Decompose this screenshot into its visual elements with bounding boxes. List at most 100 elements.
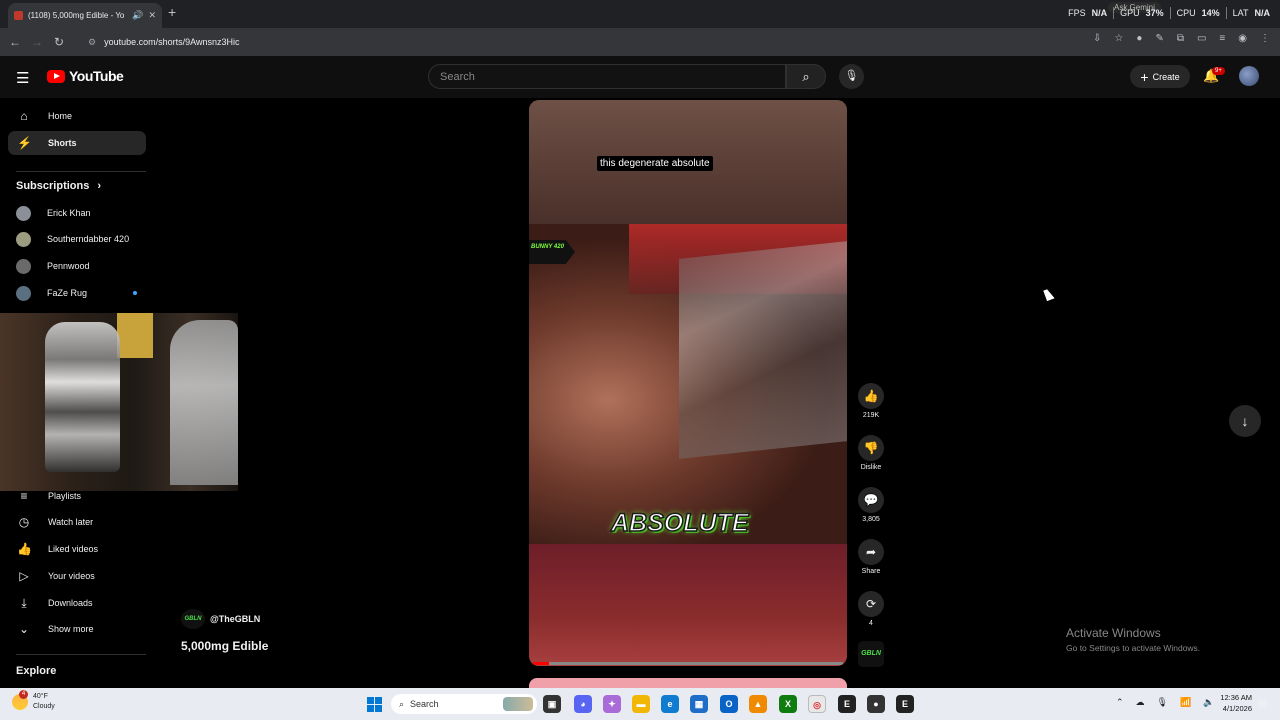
epic-games-icon[interactable]: E	[838, 695, 856, 713]
back-arrow-icon[interactable]: ←	[4, 35, 26, 49]
thumbs-down-icon[interactable]: 👎	[858, 435, 884, 461]
hamburger-menu-icon[interactable]: ☰	[16, 69, 29, 87]
comments-action[interactable]: 💬 3,805	[858, 487, 884, 523]
channel-avatar[interactable]: GBLN	[181, 609, 205, 629]
bookmark-star-icon[interactable]: ☆	[1114, 33, 1123, 44]
sidebar-item-downloads[interactable]: ⤓ Downloads	[8, 591, 146, 615]
url-text[interactable]: youtube.com/shorts/9Awnsnz3Hic	[104, 37, 239, 47]
outlook-icon[interactable]: O	[720, 695, 738, 713]
app-with-notification-icon[interactable]: ●	[867, 695, 885, 713]
search-button[interactable]: ⌕	[786, 64, 826, 89]
forward-arrow-icon[interactable]: →	[26, 35, 48, 49]
install-app-icon[interactable]: ⇩	[1093, 33, 1101, 44]
new-tab-button[interactable]: +	[168, 4, 176, 20]
extension-color-icon[interactable]: ●	[1136, 33, 1142, 44]
chrome-icon[interactable]: ◎	[808, 695, 826, 713]
sidebar-item-your-videos[interactable]: ▷ Your videos	[8, 564, 146, 588]
subscription-erick-khan[interactable]: Erick Khan	[16, 202, 91, 224]
video-progress-bar[interactable]	[533, 662, 843, 665]
profile-icon[interactable]: ◉	[1238, 33, 1247, 44]
media-controls-icon[interactable]: ≡	[1219, 33, 1225, 44]
sidebar-item-label: Playlists	[48, 491, 82, 501]
playlist-icon: ≡	[20, 489, 28, 503]
like-action[interactable]: 👍 219K	[858, 383, 884, 419]
browser-tab[interactable]: (1108) 5,000mg Edible - Yo 🔊 ✕	[8, 3, 162, 28]
microphone-icon[interactable]: 🎙	[1157, 697, 1168, 708]
thumbs-up-icon[interactable]: 👍	[858, 383, 884, 409]
discord-icon[interactable]: ◕	[574, 695, 592, 713]
short-video-player[interactable]: this degenerate absolute BUNNY 420 ABSOL…	[529, 100, 847, 666]
avatar	[16, 258, 31, 274]
closed-caption: this degenerate absolute	[597, 156, 713, 171]
vlc-icon[interactable]: ▲	[749, 695, 767, 713]
edge-browser-icon[interactable]: e	[661, 695, 679, 713]
sidebar-item-watch-later[interactable]: ◷ Watch later	[8, 510, 146, 534]
tab-title: (1108) 5,000mg Edible - Yo	[28, 11, 125, 20]
share-label: Share	[861, 568, 881, 575]
kebab-menu-icon[interactable]: ⋮	[1260, 33, 1270, 44]
taskbar-clock[interactable]: 12:36 AM 4/1/2026	[1214, 692, 1252, 714]
extension-pen-icon[interactable]: ✎	[1155, 33, 1163, 44]
file-explorer-icon[interactable]: ▬	[632, 695, 650, 713]
sidebar-item-liked-videos[interactable]: 👍 Liked videos	[8, 537, 146, 561]
subscription-pennwood[interactable]: Pennwood	[16, 255, 90, 277]
cast-icon[interactable]: ▭	[1197, 33, 1206, 44]
create-button[interactable]: + Create	[1130, 65, 1190, 88]
epic-games-launcher-icon[interactable]: E	[896, 695, 914, 713]
channel-avatar-small[interactable]: GBLN	[858, 641, 884, 667]
sidebar-divider	[16, 654, 146, 655]
sidebar-item-label: Show more	[48, 624, 94, 634]
subscription-faze-rug[interactable]: FaZe Rug	[16, 282, 138, 304]
extensions-puzzle-icon[interactable]: ⧉	[1177, 33, 1184, 44]
sidebar-item-shorts[interactable]: ⚡ Shorts	[8, 131, 146, 155]
like-count: 219K	[862, 412, 880, 419]
notification-center-icon[interactable]: ▤	[1258, 698, 1267, 709]
avatar	[16, 205, 31, 221]
cpu-value: 14%	[1201, 8, 1220, 18]
copilot-icon[interactable]: ✦	[603, 695, 621, 713]
chevron-down-icon: ⌄	[18, 622, 30, 636]
gpu-value: 37%	[1145, 8, 1164, 18]
youtube-logo[interactable]: YouTube	[47, 68, 124, 84]
tab-audio-icon[interactable]: 🔊	[132, 10, 143, 21]
remix-count: 4	[869, 620, 873, 627]
windows-start-icon[interactable]	[367, 697, 382, 712]
close-tab-icon[interactable]: ✕	[148, 10, 156, 21]
fps-value: N/A	[1091, 8, 1108, 18]
tray-chevron-up-icon[interactable]: ⌃	[1116, 697, 1124, 708]
share-arrow-icon[interactable]: ➦	[858, 539, 884, 565]
volume-icon[interactable]: 🔈	[1203, 697, 1214, 708]
webcam-person-image	[170, 320, 238, 485]
taskbar-search-box[interactable]: ⌕ Search	[391, 694, 537, 714]
weather-temp: 40°F	[33, 693, 48, 700]
channel-handle[interactable]: @TheGBLN	[210, 614, 260, 624]
sidebar-item-show-more[interactable]: ⌄ Show more	[8, 617, 146, 641]
next-short-button[interactable]: ↓	[1229, 405, 1261, 437]
avatar	[16, 285, 31, 301]
voice-search-button[interactable]: 🎙	[839, 64, 864, 89]
sidebar-item-playlists[interactable]: ≡ Playlists	[8, 484, 146, 508]
subscription-label: Erick Khan	[47, 208, 91, 218]
subscriptions-heading[interactable]: Subscriptions ›	[16, 180, 101, 192]
weather-widget[interactable]: 4 40°F Cloudy	[12, 690, 55, 712]
url-bar[interactable]: ⚙ youtube.com/shorts/9Awnsnz3Hic	[80, 32, 1080, 52]
dislike-action[interactable]: 👎 Dislike	[858, 435, 884, 471]
video-frame-bottom	[529, 544, 847, 666]
account-avatar[interactable]	[1239, 66, 1259, 86]
microsoft-store-icon[interactable]: ▦	[690, 695, 708, 713]
site-info-icon[interactable]: ⚙	[88, 37, 96, 48]
reload-icon[interactable]: ↻	[48, 35, 70, 49]
task-view-icon[interactable]: ▣	[543, 695, 561, 713]
wifi-icon[interactable]: 📶	[1180, 697, 1191, 708]
subscription-southerndabber-420[interactable]: Southerndabber 420	[16, 228, 129, 250]
remix-icon[interactable]: ⟳	[858, 591, 884, 617]
remix-action[interactable]: ⟳ 4	[858, 591, 884, 627]
onedrive-cloud-icon[interactable]: ☁	[1136, 697, 1145, 708]
comment-icon[interactable]: 💬	[858, 487, 884, 513]
short-title[interactable]: 5,000mg Edible	[181, 639, 268, 653]
sidebar-item-home[interactable]: ⌂ Home	[8, 104, 146, 128]
subscription-label: FaZe Rug	[47, 288, 88, 298]
xbox-icon[interactable]: X	[779, 695, 797, 713]
search-input[interactable]: Search	[428, 64, 786, 89]
share-action[interactable]: ➦ Share	[858, 539, 884, 575]
